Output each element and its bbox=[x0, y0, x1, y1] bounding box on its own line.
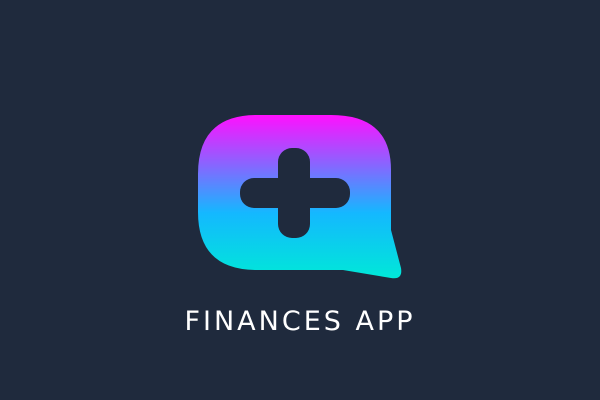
plus-horizontal-bar bbox=[240, 178, 350, 208]
speech-bubble-plus-icon bbox=[198, 115, 402, 279]
app-title: FINANCES APP bbox=[184, 306, 416, 337]
splash-screen: FINANCES APP bbox=[0, 0, 600, 400]
